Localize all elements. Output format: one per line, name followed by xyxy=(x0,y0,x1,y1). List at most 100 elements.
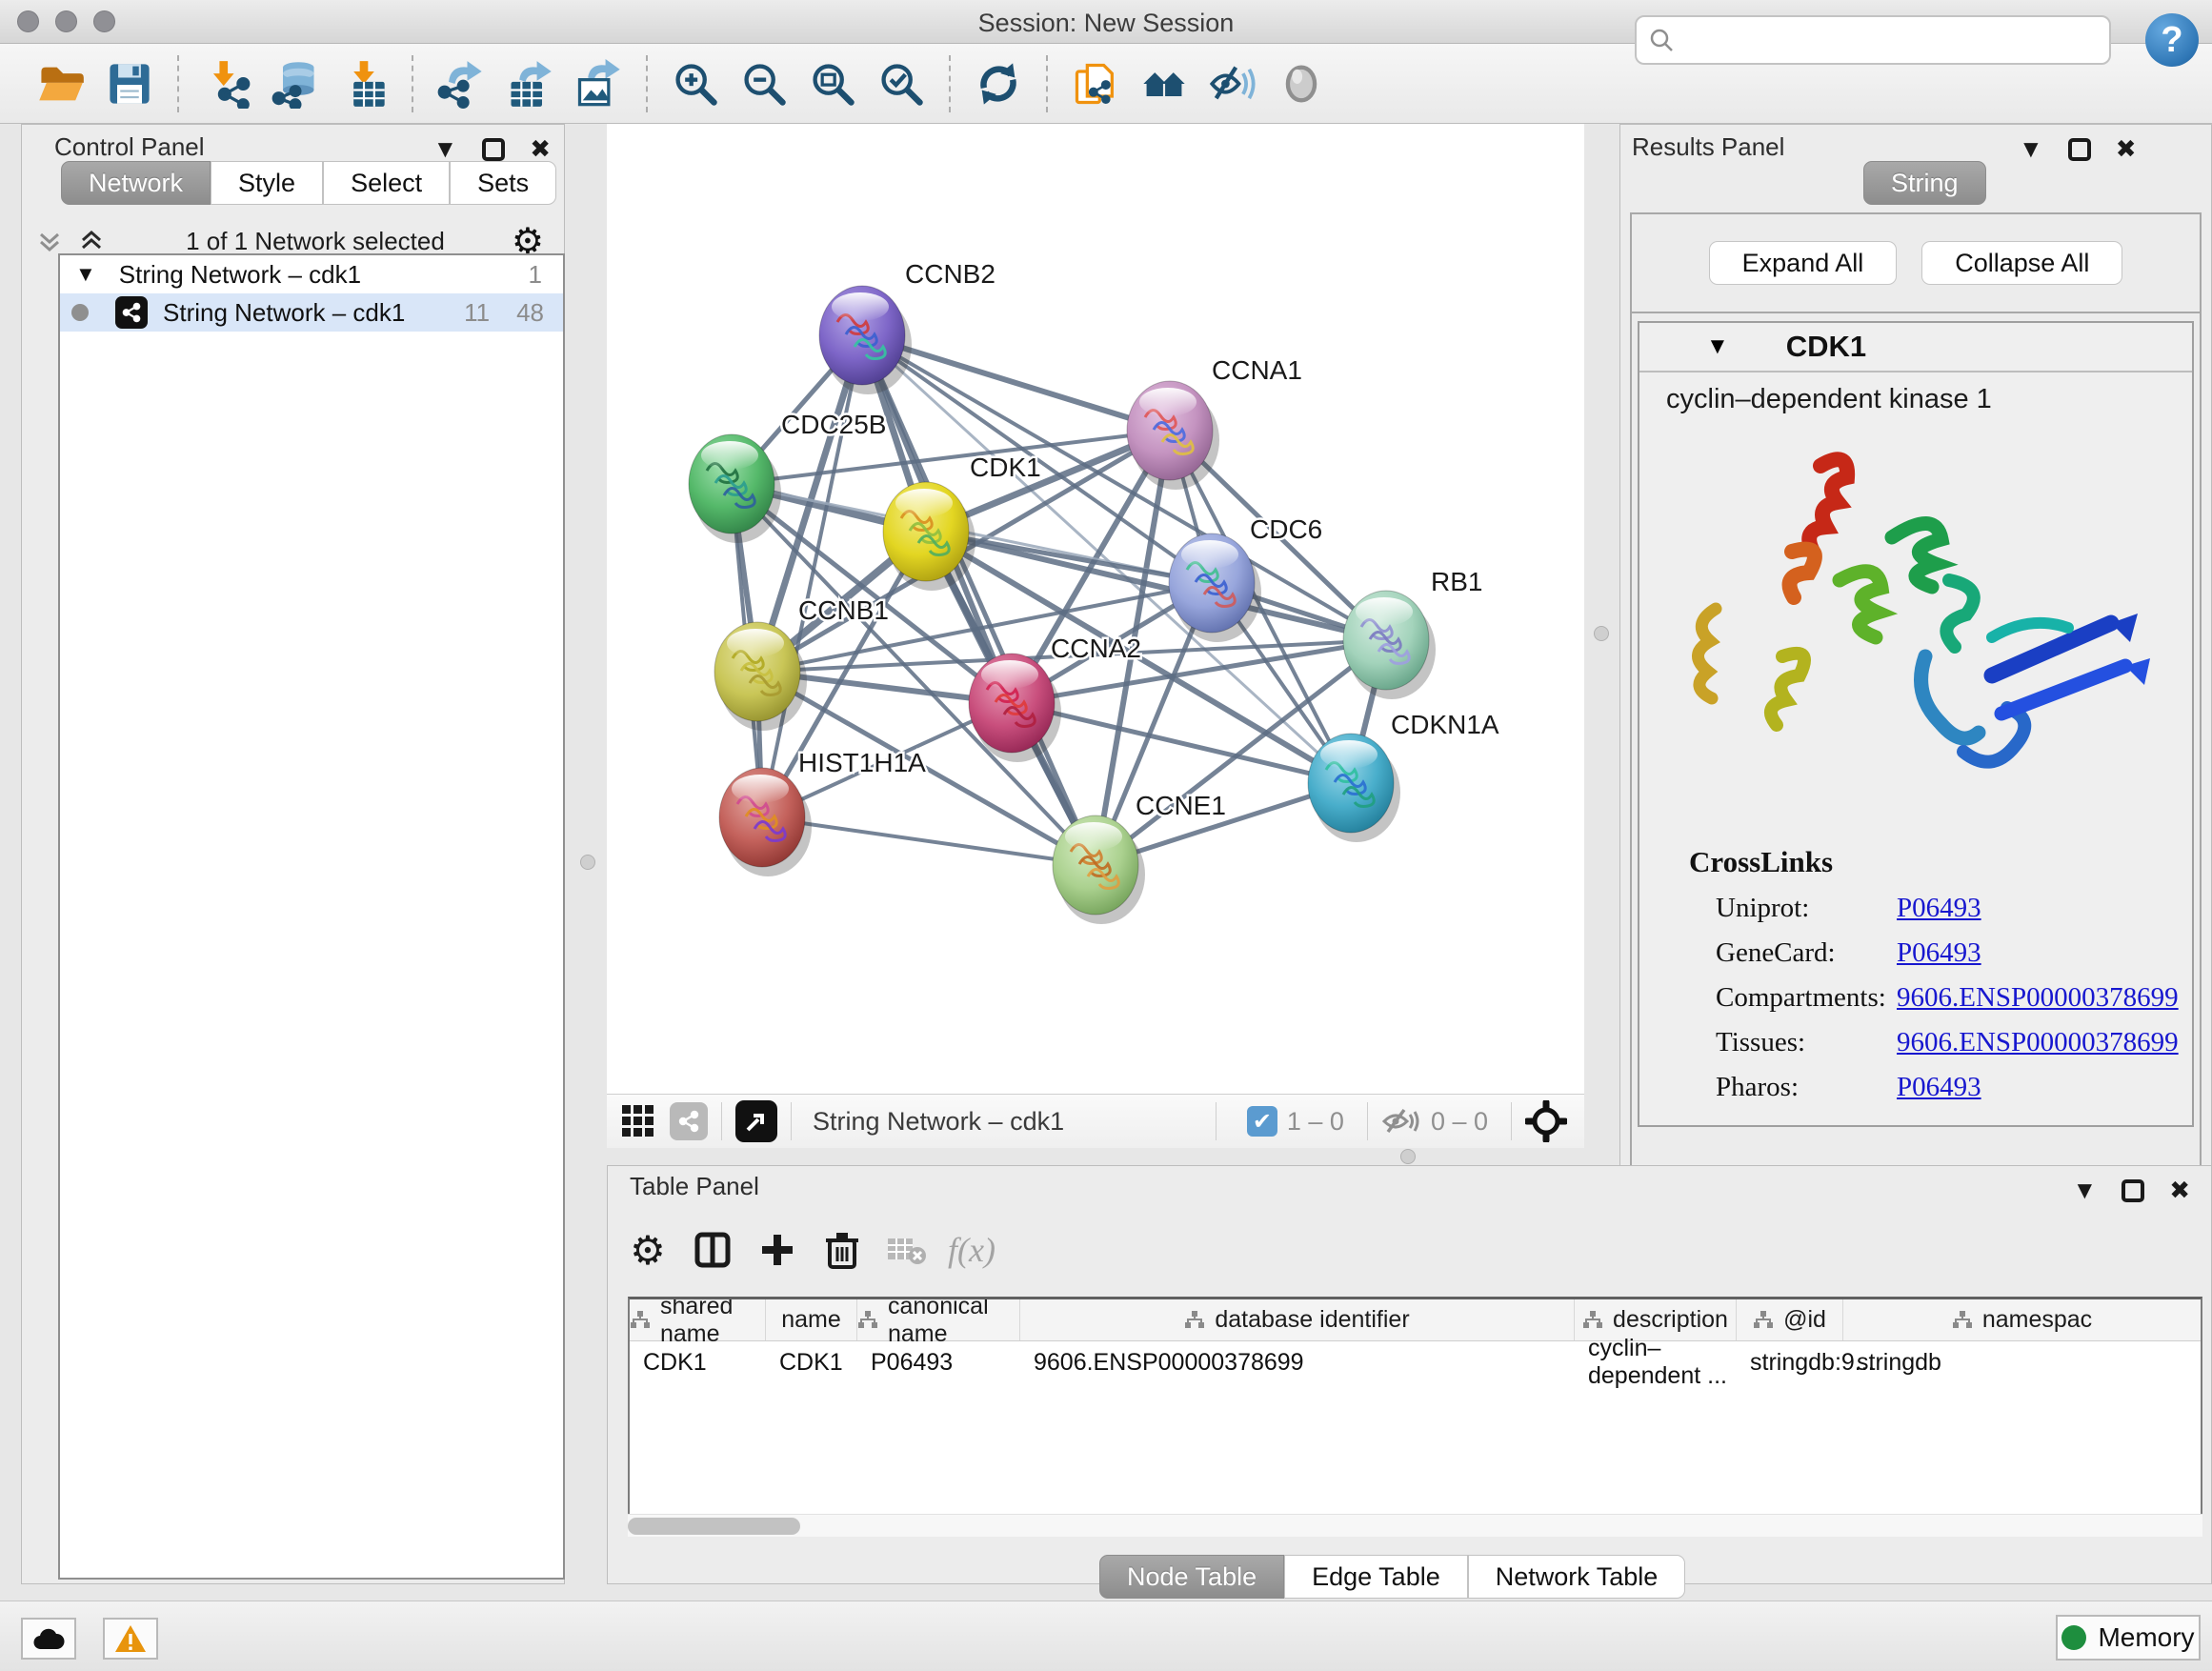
gene-card-header[interactable]: ▼ CDK1 xyxy=(1639,323,2192,372)
apply-layout-button[interactable] xyxy=(969,54,1028,113)
export-network-button[interactable] xyxy=(432,54,491,113)
cell-description[interactable]: cyclin–dependent ... xyxy=(1575,1341,1737,1383)
node-CCNE1[interactable]: CCNE1 xyxy=(1053,791,1226,924)
tab-node-table[interactable]: Node Table xyxy=(1099,1555,1284,1599)
scrollbar-thumb[interactable] xyxy=(628,1518,800,1535)
column-header-namespace[interactable]: namespac xyxy=(1843,1299,2202,1340)
node-CDC6[interactable]: CDC6 xyxy=(1169,514,1322,642)
network-canvas[interactable]: CCNB2CCNA1CDC25BCDK1CDC6RB1CCNB1CCNA2CDK… xyxy=(607,124,1584,1094)
cell-shared-name[interactable]: CDK1 xyxy=(630,1341,766,1383)
column-header-at-id[interactable]: @id xyxy=(1737,1299,1843,1340)
zoom-out-button[interactable] xyxy=(734,54,794,113)
export-image-button[interactable] xyxy=(569,54,628,113)
edge-CCNA2-CDKN1A[interactable] xyxy=(1012,703,1351,783)
cell-at-id[interactable]: stringdb:9... xyxy=(1737,1341,1843,1383)
cloud-status-button[interactable] xyxy=(21,1618,76,1660)
tab-string[interactable]: String xyxy=(1863,161,1986,205)
cell-name[interactable]: CDK1 xyxy=(766,1341,857,1383)
collapse-section-icon[interactable]: ▼ xyxy=(1706,333,1729,360)
results-panel-window-icons: ▼ ✖ xyxy=(2019,134,2137,164)
zoom-fit-button[interactable] xyxy=(803,54,862,113)
delete-column-icon[interactable] xyxy=(821,1229,863,1271)
network-collection-row[interactable]: ▼ String Network – cdk1 1 xyxy=(60,255,563,293)
column-header-database-identifier[interactable]: database identifier xyxy=(1020,1299,1575,1340)
panel-menu-icon[interactable]: ▼ xyxy=(2072,1176,2097,1205)
create-column-icon[interactable] xyxy=(756,1229,798,1271)
open-session-button[interactable] xyxy=(31,54,90,113)
network-row-selected[interactable]: String Network – cdk1 11 48 xyxy=(60,293,563,332)
clone-network-button[interactable] xyxy=(1066,54,1125,113)
tab-select[interactable]: Select xyxy=(323,161,450,205)
cell-namespace[interactable]: stringdb xyxy=(1843,1341,2202,1383)
warning-icon xyxy=(114,1624,147,1653)
collection-expander-icon[interactable]: ▼ xyxy=(75,262,96,287)
expand-all-networks-icon[interactable] xyxy=(77,227,106,255)
detach-view-icon[interactable] xyxy=(735,1100,777,1142)
panel-float-icon[interactable] xyxy=(482,138,505,161)
node-label-CDK1: CDK1 xyxy=(970,453,1041,482)
table-options-gear-icon[interactable]: ⚙ xyxy=(627,1229,669,1271)
crosslink-link[interactable]: 9606.ENSP00000378699 xyxy=(1897,1027,2179,1058)
panel-close-icon[interactable]: ✖ xyxy=(530,134,551,164)
toolbar-separator xyxy=(177,55,179,112)
import-network-from-database-button[interactable] xyxy=(266,54,325,113)
import-table-button[interactable] xyxy=(334,54,393,113)
hidden-eye-slash-icon[interactable] xyxy=(1381,1106,1421,1137)
edge-HIST1H1A-CCNE1[interactable] xyxy=(762,817,1096,865)
zoom-in-button[interactable] xyxy=(666,54,725,113)
memory-button[interactable]: Memory xyxy=(2056,1615,2201,1661)
crosslink-link[interactable]: P06493 xyxy=(1897,893,1981,924)
panel-close-icon[interactable]: ✖ xyxy=(2169,1176,2190,1205)
node-CCNB2[interactable]: CCNB2 xyxy=(819,259,995,394)
crosslink-link[interactable]: 9606.ENSP00000378699 xyxy=(1897,982,2179,1014)
tab-style[interactable]: Style xyxy=(211,161,323,205)
string-view-icon[interactable] xyxy=(670,1102,708,1140)
hide-unhide-button[interactable] xyxy=(1203,54,1262,113)
node-CCNB1[interactable]: CCNB1 xyxy=(714,595,889,731)
node-CDKN1A[interactable]: CDKN1A xyxy=(1308,710,1499,842)
table-row[interactable]: CDK1CDK1P064939606.ENSP00000378699cyclin… xyxy=(630,1341,2201,1383)
collapse-all-networks-icon[interactable] xyxy=(35,227,64,255)
help-button[interactable]: ? xyxy=(2145,13,2199,67)
crosslink-link[interactable]: P06493 xyxy=(1897,937,1981,969)
selected-checkbox-icon[interactable]: ✔ xyxy=(1247,1106,1277,1137)
panel-close-icon[interactable]: ✖ xyxy=(2116,134,2137,164)
tab-sets[interactable]: Sets xyxy=(450,161,556,205)
column-header-name[interactable]: name xyxy=(766,1299,857,1340)
show-columns-icon[interactable] xyxy=(692,1229,734,1271)
cell-database-identifier[interactable]: 9606.ENSP00000378699 xyxy=(1020,1341,1575,1383)
panel-menu-icon[interactable]: ▼ xyxy=(432,134,457,164)
export-table-button[interactable] xyxy=(500,54,559,113)
import-network-button[interactable] xyxy=(197,54,256,113)
edge-CCNB2-CCNE1[interactable] xyxy=(862,335,1096,865)
panel-menu-icon[interactable]: ▼ xyxy=(2019,134,2043,164)
column-header-canonical-name[interactable]: canonical name xyxy=(857,1299,1020,1340)
left-splitter-handle[interactable] xyxy=(580,855,595,870)
gene-detail-card: ▼ CDK1 cyclin–dependent kinase 1 xyxy=(1638,321,2194,1127)
panel-float-icon[interactable] xyxy=(2122,1179,2144,1202)
tab-network[interactable]: Network xyxy=(61,161,211,205)
zoom-selected-button[interactable] xyxy=(872,54,931,113)
node-CCNA1[interactable]: CCNA1 xyxy=(1127,355,1302,490)
column-header-shared-name[interactable]: shared name xyxy=(630,1299,766,1340)
warnings-button[interactable] xyxy=(103,1618,158,1660)
search-box[interactable] xyxy=(1635,15,2111,65)
tab-network-table[interactable]: Network Table xyxy=(1468,1555,1686,1599)
node-RB1[interactable]: RB1 xyxy=(1343,567,1482,699)
right-splitter-handle[interactable] xyxy=(1594,626,1609,641)
grid-view-icon[interactable] xyxy=(620,1103,656,1139)
crosslink-link[interactable]: P06493 xyxy=(1897,1072,1981,1103)
bottom-splitter-handle[interactable] xyxy=(1400,1149,1416,1164)
show-graphics-details-button[interactable] xyxy=(1272,54,1331,113)
save-session-button[interactable] xyxy=(100,54,159,113)
birds-eye-view-icon[interactable] xyxy=(1525,1100,1567,1142)
tab-edge-table[interactable]: Edge Table xyxy=(1284,1555,1468,1599)
search-input[interactable] xyxy=(1684,26,2098,55)
cell-canonical-name[interactable]: P06493 xyxy=(857,1341,1020,1383)
show-all-networks-button[interactable] xyxy=(1135,54,1194,113)
panel-float-icon[interactable] xyxy=(2068,138,2091,161)
expand-all-button[interactable]: Expand All xyxy=(1709,241,1898,285)
table-horizontal-scrollbar[interactable] xyxy=(628,1514,2202,1537)
collapse-all-button[interactable]: Collapse All xyxy=(1921,241,2122,285)
node-HIST1H1A[interactable]: HIST1H1A xyxy=(719,748,926,876)
